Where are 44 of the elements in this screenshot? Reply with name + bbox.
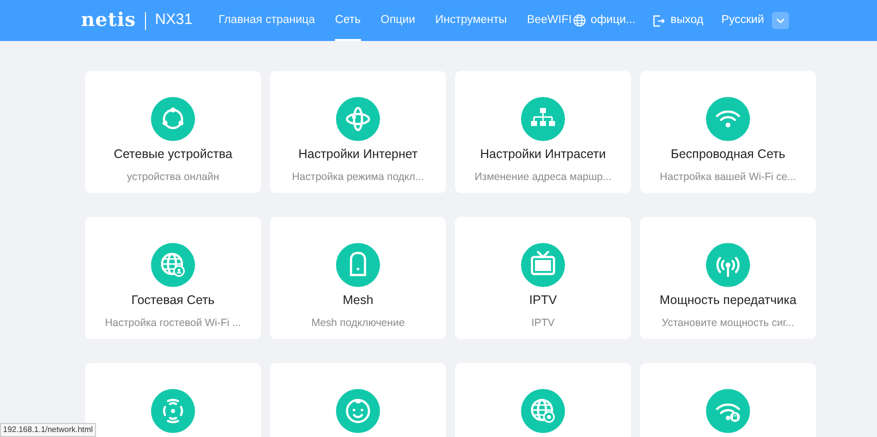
settings-card[interactable]: Сетевые устройства устройства онлайн	[85, 71, 261, 193]
model-name: NX31	[154, 10, 192, 30]
card-title: IPTV	[529, 292, 557, 309]
card-title: Сетевые устройства	[114, 146, 232, 163]
globe-user-icon	[151, 243, 195, 287]
settings-card[interactable]: Mesh Mesh подключение	[270, 217, 446, 339]
orbit-icon	[336, 97, 380, 141]
card-description: Установите мощность сиг...	[662, 316, 794, 331]
settings-card[interactable]: Беспроводная Сеть Настройка вашей Wi-Fi се...	[640, 71, 816, 193]
card-title: Мощность передатчика	[660, 292, 796, 309]
netis-logo: netis	[81, 8, 136, 34]
radio-waves-icon	[151, 389, 195, 433]
antenna-signal-icon	[706, 243, 750, 287]
card-title: Настройки Интрасети	[480, 146, 606, 163]
router-icon	[336, 243, 380, 287]
settings-card[interactable]: IPTV IPTV	[455, 217, 631, 339]
logout-icon	[653, 14, 666, 26]
settings-card[interactable]: Гостевая Сеть Настройка гостевой Wi-Fi ...	[85, 217, 261, 339]
card-description: Изменение адреса маршр...	[474, 170, 612, 185]
tv-icon	[521, 243, 565, 287]
settings-card[interactable]: Настройки Интернет Настройка режима подкл...	[270, 71, 446, 193]
settings-card[interactable]: Мощность передатчика Установите мощность сиг...	[640, 217, 816, 339]
card-title: Беспроводная Сеть	[670, 146, 786, 163]
card-description: Mesh подключение	[311, 316, 405, 331]
card-title: Mesh	[342, 292, 374, 309]
baby-face-icon	[336, 389, 380, 433]
wifi-lock-icon	[706, 389, 750, 433]
card-description: Настройка вашей Wi-Fi се...	[660, 170, 796, 185]
settings-card[interactable]: Настройки Интрасети Изменение адреса маршр...	[455, 71, 631, 193]
language-dropdown-button[interactable]	[772, 12, 789, 29]
card-description: Настройка режима подкл...	[292, 170, 424, 185]
chevron-down-icon	[776, 18, 785, 24]
card-description: Настройка гостевой Wi-Fi ...	[104, 316, 242, 331]
wifi-icon	[706, 97, 750, 141]
card-description: IPTV	[531, 316, 555, 331]
globe-lock-icon	[521, 389, 565, 433]
globe-icon	[572, 14, 586, 27]
card-description: устройства онлайн	[126, 170, 220, 185]
card-title: Настройки Интернет	[298, 146, 418, 163]
card-title: Гостевая Сеть	[131, 292, 215, 309]
language-label: Русский	[721, 12, 764, 28]
status-bar-url: 192.168.1.1/network.html	[0, 423, 96, 437]
network-nodes-icon	[151, 97, 195, 141]
hierarchy-icon	[521, 97, 565, 141]
